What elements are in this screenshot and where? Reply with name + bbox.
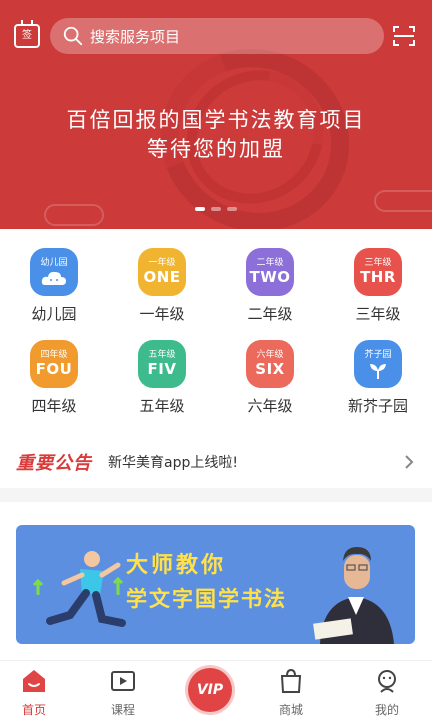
hero-banner[interactable]: 百倍回报的国学书法教育项目 等待您的加盟 签 搜索服务项目 — [0, 0, 432, 229]
tab-courses[interactable]: 课程 — [83, 661, 163, 720]
grade-item-third[interactable]: 三年级 THR 三年级 — [324, 248, 432, 324]
runner-illustration-icon — [32, 551, 126, 627]
jiezi-garden-badge-icon: 芥子园 — [354, 340, 402, 388]
calendar-icon[interactable]: 签 — [14, 20, 40, 48]
grade-item-kindergarten[interactable]: 幼儿园 幼儿园 — [0, 248, 108, 324]
grade-label: 一年级 — [139, 305, 185, 323]
search-bar[interactable]: 搜索服务项目 — [50, 18, 384, 54]
promo-banner[interactable]: 大师教你 学文字国学书法 — [16, 525, 415, 644]
hero-headline: 百倍回报的国学书法教育项目 — [66, 108, 366, 132]
grade-label: 幼儿园 — [31, 305, 77, 323]
grade-six-badge-icon: 六年级 SIX — [246, 340, 294, 388]
tab-profile[interactable]: 我的 — [347, 661, 427, 720]
cloud-mascot-icon — [41, 271, 66, 285]
carousel-indicator — [0, 207, 432, 211]
carousel-dot[interactable] — [227, 207, 237, 211]
grade-item-sixth[interactable]: 六年级 SIX 六年级 — [216, 340, 324, 416]
grade-label: 新芥子园 — [347, 397, 408, 415]
grade-item-second[interactable]: 二年级 TWO 二年级 — [216, 248, 324, 324]
section-divider — [0, 488, 432, 502]
play-icon — [111, 671, 135, 691]
home-icon — [23, 670, 45, 692]
shopping-bag-icon — [280, 668, 302, 693]
promo-subtitle: 学文字国学书法 — [126, 587, 287, 611]
search-icon — [63, 26, 83, 46]
grade-five-badge-icon: 五年级 FIV — [138, 340, 186, 388]
promo-title: 大师教你 — [126, 553, 227, 578]
grade-item-fourth[interactable]: 四年级 FOU 四年级 — [0, 340, 108, 416]
chevron-right-icon — [405, 455, 414, 469]
grade-label: 五年级 — [139, 397, 185, 415]
grade-four-badge-icon: 四年级 FOU — [30, 340, 78, 388]
announcement-bar[interactable]: 重要公告 新华美育app上线啦! — [0, 440, 432, 484]
grade-two-badge-icon: 二年级 TWO — [246, 248, 294, 296]
kindergarten-badge-icon: 幼儿园 — [30, 248, 78, 296]
sprout-icon — [370, 363, 386, 379]
vip-button[interactable]: VIP — [188, 668, 232, 712]
profile-icon — [378, 670, 396, 693]
scan-icon[interactable] — [392, 24, 416, 48]
grade-label: 六年级 — [247, 397, 293, 415]
grade-label: 三年级 — [355, 305, 401, 323]
tab-home[interactable]: 首页 — [0, 661, 74, 720]
grade-label: 四年级 — [31, 397, 77, 415]
carousel-dot[interactable] — [195, 207, 205, 211]
hero-subheadline: 等待您的加盟 — [147, 137, 285, 161]
tab-mall[interactable]: 商城 — [251, 661, 331, 720]
grade-item-first[interactable]: 一年级 ONE 一年级 — [108, 248, 216, 324]
grade-three-badge-icon: 三年级 THR — [354, 248, 402, 296]
grade-item-fifth[interactable]: 五年级 FIV 五年级 — [108, 340, 216, 416]
announcement-text: 新华美育app上线啦! — [108, 455, 238, 471]
carousel-dot[interactable] — [211, 207, 221, 211]
search-placeholder: 搜索服务项目 — [90, 27, 181, 46]
grade-item-jiezi-garden[interactable]: 芥子园 新芥子园 — [324, 340, 432, 416]
grade-one-badge-icon: 一年级 ONE — [138, 248, 186, 296]
announcement-tag: 重要公告 — [16, 453, 92, 474]
grade-label: 二年级 — [247, 305, 293, 323]
teacher-portrait-icon — [313, 547, 394, 644]
